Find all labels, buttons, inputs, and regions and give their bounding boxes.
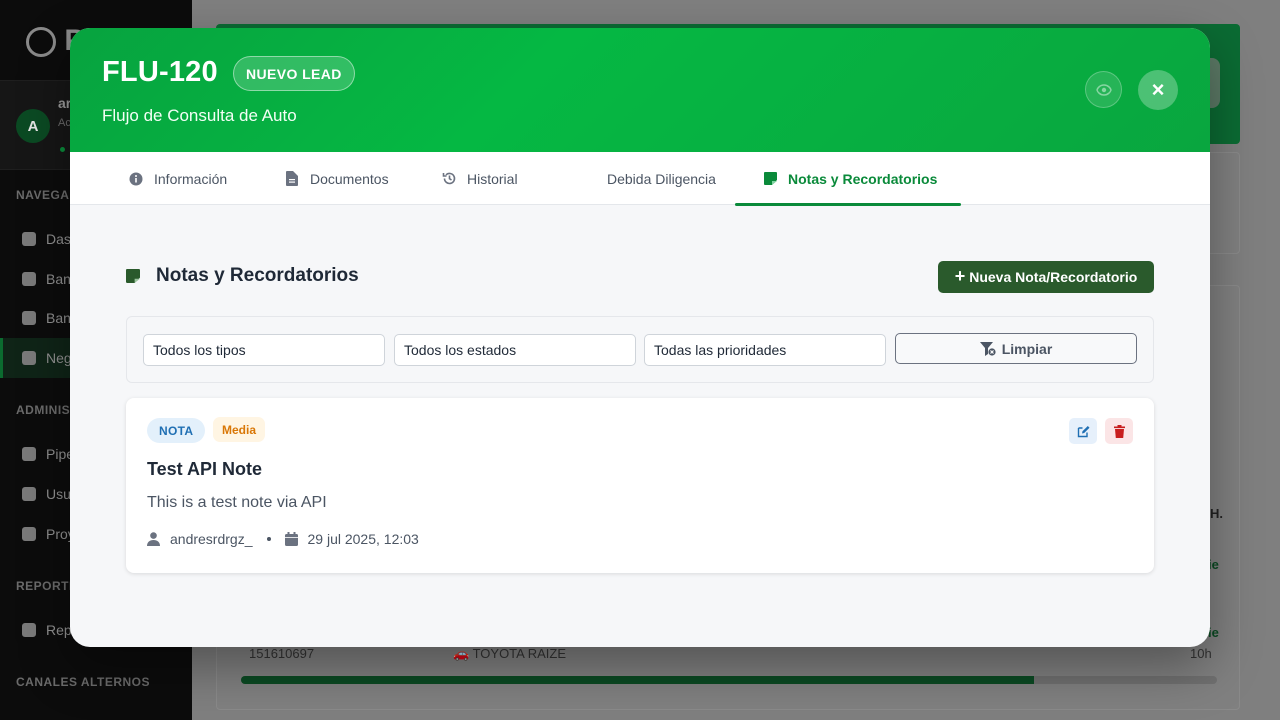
background-edge-text: H. [1210, 506, 1223, 521]
close-icon: × [1151, 77, 1165, 102]
meta-separator [266, 537, 271, 541]
section-title: Notas y Recordatorios [156, 265, 359, 286]
tab-debida-diligencia[interactable]: Debida Diligencia [607, 152, 716, 205]
online-status-dot [60, 147, 65, 152]
modal-title: FLU-120 [102, 56, 218, 88]
tab-historial[interactable]: Historial [441, 152, 518, 205]
edit-note-button[interactable] [1069, 418, 1097, 444]
modal-header: FLU-120 NUEVO LEAD Flujo de Consulta de … [70, 28, 1210, 152]
note-author: andresrdrgz_ [170, 531, 253, 547]
background-row-duration: 10h [1190, 646, 1212, 661]
users-icon [22, 487, 36, 501]
tab-documentos[interactable]: Documentos [284, 152, 389, 205]
status-badge: NUEVO LEAD [233, 56, 355, 91]
user-icon [147, 532, 160, 546]
clear-filters-button[interactable]: Limpiar [895, 333, 1137, 364]
chart-icon [22, 623, 36, 637]
briefcase-icon [22, 351, 36, 365]
note-meta: andresrdrgz_ 29 jul 2025, 12:03 [147, 531, 419, 547]
logo-mark-icon [26, 27, 56, 58]
sidebar-section-canales-alternos: CANALES ALTERNOS [16, 675, 150, 689]
sticky-note-icon [126, 269, 140, 288]
tab-informacion[interactable]: Información [128, 152, 227, 205]
sidebar-section-reportes: REPORTE [16, 579, 78, 593]
note-card: NOTA Media Test API Note This is a test … [126, 398, 1154, 573]
priority-badge: Media [213, 417, 266, 442]
filters-bar: Todos los tipos Todos los estados Todas … [126, 316, 1154, 383]
note-title: Test API Note [147, 459, 263, 479]
plus-icon: + [954, 266, 966, 286]
info-circle-icon [128, 172, 144, 186]
inbox-icon [22, 311, 36, 325]
background-row-id: 151610697 [249, 646, 315, 661]
modal-subtitle: Flujo de Consulta de Auto [102, 106, 297, 125]
eye-icon [1095, 83, 1112, 96]
user-role: Ac [58, 117, 71, 129]
calendar-icon [284, 532, 298, 546]
background-row-vehicle: 🚗 TOYOTA RAIZE [453, 646, 567, 661]
trash-icon [1113, 424, 1125, 438]
file-icon [284, 171, 300, 186]
history-icon [441, 171, 457, 186]
sidebar-section-administracion: ADMINIS [16, 403, 71, 417]
type-filter-select[interactable]: Todos los tipos [143, 334, 385, 366]
pipeline-icon [22, 447, 36, 461]
delete-note-button[interactable] [1105, 418, 1133, 444]
avatar: A [16, 109, 50, 143]
edit-icon [1077, 425, 1089, 437]
status-filter-select[interactable]: Todos los estados [394, 334, 636, 366]
filter-clear-icon [979, 341, 996, 356]
priority-filter-select[interactable]: Todas las prioridades [644, 334, 886, 366]
background-progress-bar [241, 676, 1217, 684]
flow-detail-modal: FLU-120 NUEVO LEAD Flujo de Consulta de … [70, 28, 1210, 647]
note-body: This is a test note via API [147, 494, 327, 511]
gavel-icon [22, 272, 36, 286]
sticky-note-icon [762, 172, 778, 185]
close-button[interactable]: × [1138, 70, 1178, 110]
tab-notas-recordatorios[interactable]: Notas y Recordatorios [734, 152, 962, 206]
new-note-button[interactable]: + Nueva Nota/Recordatorio [938, 261, 1154, 293]
dashboard-icon [22, 232, 36, 246]
background-progress-fill [241, 676, 1035, 684]
wrench-icon [22, 527, 36, 541]
note-date: 29 jul 2025, 12:03 [307, 531, 419, 547]
modal-tabs: Información Documentos Historial Debida … [70, 152, 1210, 206]
note-type-badge: NOTA [147, 418, 206, 443]
view-button[interactable] [1085, 71, 1122, 108]
